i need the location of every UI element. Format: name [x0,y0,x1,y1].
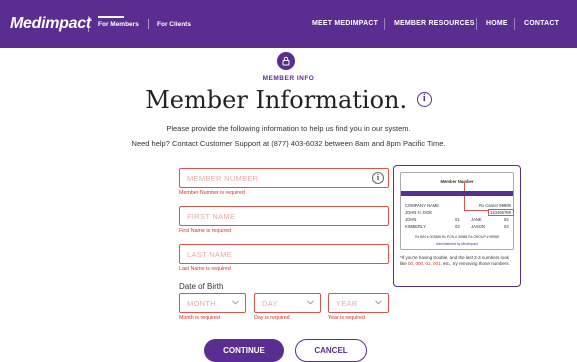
card-dependent: KIMBERLY [405,224,426,229]
help-text: Need help? Contact Customer Support at (… [131,139,446,148]
card-stripe [401,191,513,196]
tab-for-members[interactable]: For Members [98,21,139,28]
first-name-input[interactable]: FIRST NAME [179,206,389,226]
card-pointer-line [464,210,489,211]
card-dependent-code: 04 [504,224,509,229]
month-error: Month is required [179,315,220,321]
card-dependent-code: 02 [504,217,509,222]
card-dependent: JASON [471,224,485,229]
tab-divider [148,19,149,29]
sample-id-card: Member Number COMPANY NAME Rx Carrier 99… [400,172,514,250]
continue-button[interactable]: CONTINUE [204,339,284,362]
card-note-example: 00, 000, 01, 001 [408,261,441,266]
month-placeholder: MONTH [187,299,216,308]
active-tab-indicator [98,16,124,18]
card-dependent: JANE [471,217,482,222]
member-card-example: Member Number COMPANY NAME Rx Carrier 99… [393,165,521,287]
logo[interactable]: Medimpact [10,15,91,33]
card-dependent-code: 01 [455,217,460,222]
card-holder: JOHN H. DOE [405,210,432,215]
card-footer: Rx BIN # 003585 Rx PCN # 39988 Rx GROUP … [415,235,499,239]
nav-member-resources[interactable]: MEMBER RESOURCES [394,20,475,27]
card-pointer-line [464,182,465,210]
section-label: MEMBER INFO [262,75,315,82]
nav-contact[interactable]: CONTACT [524,20,559,27]
year-placeholder: YEAR [336,299,358,308]
chevron-down-icon [307,300,314,305]
card-note-text: , etc., try removing those numbers. [440,261,510,266]
card-dependent-code: 03 [455,224,460,229]
card-note: *If you're having trouble, and the last … [400,255,516,267]
nav-divider [514,18,515,30]
month-select[interactable]: MONTH [179,293,246,313]
logo-divider [88,16,89,32]
chevron-down-icon [375,300,382,305]
day-placeholder: DAY [262,299,278,308]
chevron-down-icon [232,300,239,305]
top-nav: Medimpact For Members For Clients MEET M… [0,0,577,48]
card-admin: Administered by Medimpact [436,242,478,246]
intro-text: Please provide the following information… [166,124,411,133]
nav-divider [384,18,385,30]
day-error: Day is required [254,315,290,321]
member-number-placeholder: MEMBER NUMBER [187,174,259,183]
lock-icon [277,52,295,70]
first-name-placeholder: FIRST NAME [187,212,236,221]
cancel-button[interactable]: CANCEL [295,339,367,362]
nav-home[interactable]: HOME [486,20,508,27]
last-name-input[interactable]: LAST NAME [179,244,389,264]
page-title-text: Member Information. [145,86,408,114]
year-select[interactable]: YEAR [328,293,389,313]
last-name-placeholder: LAST NAME [187,250,233,259]
card-dependent: JOHN [405,217,417,222]
year-error: Year is required [328,315,365,321]
first-name-error: First Name is required [179,228,232,234]
last-name-error: Last Name is required [179,266,231,272]
card-member-number: 123456789 [490,210,511,215]
page-title: Member Information. i [0,86,577,114]
card-heading: Member Number [440,179,474,184]
tab-for-clients[interactable]: For Clients [157,21,191,28]
nav-divider [476,18,477,30]
info-icon[interactable]: i [372,172,384,184]
nav-meet-medimpact[interactable]: MEET MEDIMPACT [312,20,378,27]
member-number-error: Member Number is required [179,190,245,196]
card-carrier: Rx Carrier 99999 [479,203,511,208]
member-number-input[interactable]: MEMBER NUMBER i [179,168,389,188]
info-icon[interactable]: i [416,92,432,107]
card-company: COMPANY NAME [405,203,440,208]
dob-label: Date of Birth [179,282,224,291]
day-select[interactable]: DAY [254,293,321,313]
